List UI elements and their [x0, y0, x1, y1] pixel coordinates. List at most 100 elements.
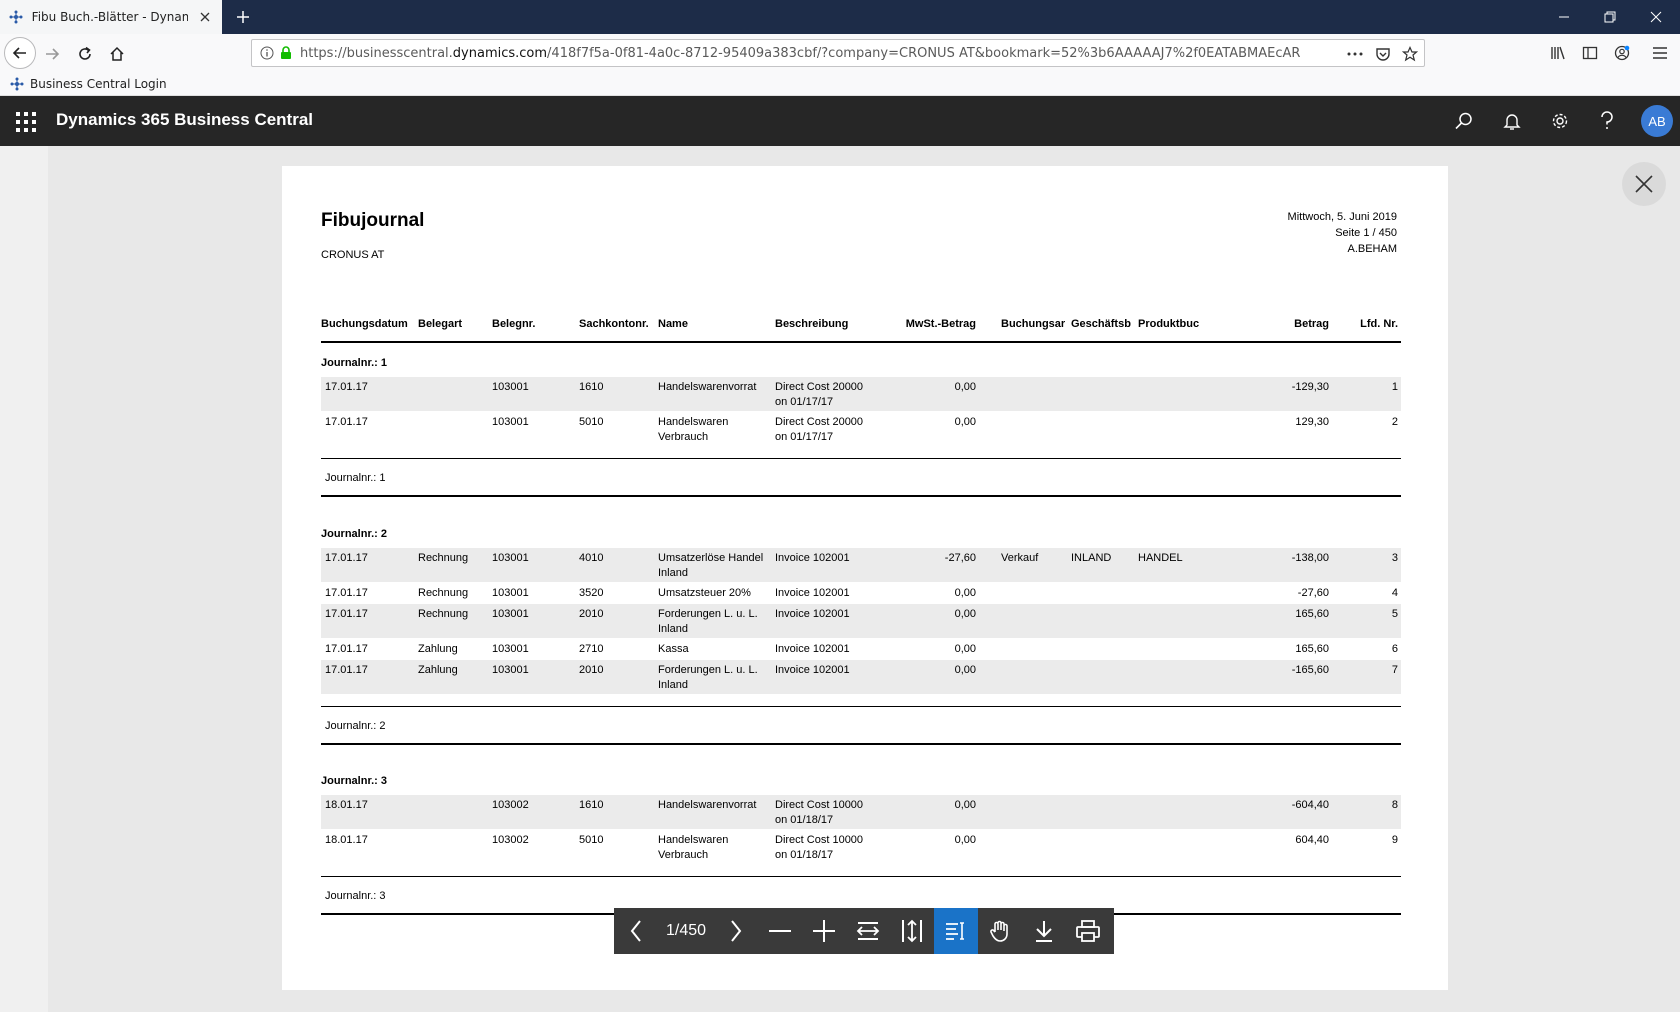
col-header-name: Name	[658, 318, 688, 330]
app-title[interactable]: Dynamics 365 Business Central	[56, 110, 313, 130]
print-icon[interactable]	[1066, 908, 1110, 954]
cell-betrag: 129,30	[1295, 416, 1329, 428]
cell-produktbuc: HANDEL	[1138, 552, 1183, 564]
cell-beschreibung: Direct Cost 10000 on 01/18/17	[775, 799, 864, 826]
report-viewer: Fibujournal CRONUS AT Mittwoch, 5. Juni …	[0, 146, 1680, 1012]
minimize-window-icon[interactable]	[1542, 0, 1586, 34]
cell-name: Handelswaren Verbrauch	[658, 416, 729, 443]
bookmark-business-central-login[interactable]: Business Central Login	[10, 75, 167, 93]
journal-footer-rule-top	[321, 706, 1401, 707]
close-window-icon[interactable]	[1634, 0, 1678, 34]
text-select-icon[interactable]	[934, 908, 978, 954]
cell-buchungsdatum: 18.01.17	[325, 834, 368, 846]
col-header-geschaeftsb: Geschäftsb	[1071, 318, 1131, 330]
browser-tab[interactable]: Fibu Buch.-Blätter - Dynamics 3	[0, 0, 222, 34]
header-rule	[321, 341, 1401, 343]
forward-arrow-icon[interactable]	[38, 40, 66, 68]
cell-lfd-nr: 4	[1391, 587, 1398, 599]
page-indicator[interactable]: 1/450	[658, 922, 714, 940]
journal-footer-rule-top	[321, 458, 1401, 459]
cell-beschreibung: Direct Cost 10000 on 01/18/17	[775, 834, 864, 861]
journal-header: Journalnr.: 1	[321, 357, 388, 369]
cell-belegnr: 103001	[492, 416, 529, 428]
cell-lfd-nr: 5	[1391, 608, 1398, 620]
zoom-out-minus-icon[interactable]	[758, 908, 802, 954]
page-actions-icon[interactable]	[1344, 44, 1366, 64]
pdf-toolbar: 1/450	[614, 908, 1114, 954]
zoom-in-plus-icon[interactable]	[802, 908, 846, 954]
cell-buchungsdatum: 17.01.17	[325, 664, 368, 676]
cell-belegart: Zahlung	[418, 664, 458, 676]
site-info-icon[interactable]	[256, 39, 278, 67]
journal-header: Journalnr.: 3	[321, 775, 388, 787]
cell-sachkontonr: 2010	[579, 608, 604, 620]
cell-lfd-nr: 6	[1391, 643, 1398, 655]
report-page: Fibujournal CRONUS AT Mittwoch, 5. Juni …	[282, 166, 1448, 990]
col-header-lfd-nr: Lfd. Nr.	[1360, 318, 1398, 330]
table-row-background	[321, 548, 1401, 582]
tab-close-icon[interactable]	[196, 8, 214, 26]
address-bar[interactable]: https://businesscentral.dynamics.com/418…	[251, 39, 1425, 67]
cell-beschreibung: Invoice 102001	[775, 608, 850, 620]
help-question-icon[interactable]	[1591, 105, 1623, 137]
cell-mwst-betrag: 0,00	[954, 587, 976, 599]
previous-page-chevron-icon[interactable]	[614, 908, 658, 954]
fit-width-icon[interactable]	[846, 908, 890, 954]
next-page-chevron-icon[interactable]	[714, 908, 758, 954]
hamburger-menu-icon[interactable]	[1648, 42, 1672, 64]
cell-betrag: 604,40	[1295, 834, 1329, 846]
cell-buchungsdatum: 17.01.17	[325, 552, 368, 564]
cell-belegnr: 103001	[492, 643, 529, 655]
url-text[interactable]: https://businesscentral.dynamics.com/418…	[300, 46, 1300, 61]
journal-header: Journalnr.: 2	[321, 528, 388, 540]
home-icon[interactable]	[103, 40, 131, 68]
fit-page-icon[interactable]	[890, 908, 934, 954]
cell-beschreibung: Direct Cost 20000 on 01/17/17	[775, 381, 864, 408]
cell-mwst-betrag: 0,00	[954, 799, 976, 811]
app-launcher-waffle-icon[interactable]	[12, 108, 36, 132]
cell-mwst-betrag: 0,00	[954, 643, 976, 655]
cell-beschreibung: Invoice 102001	[775, 587, 850, 599]
cell-belegnr: 103001	[492, 608, 529, 620]
cell-betrag: 165,60	[1295, 643, 1329, 655]
restore-window-icon[interactable]	[1588, 0, 1632, 34]
library-icon[interactable]	[1546, 42, 1570, 64]
cell-buchungsdatum: 18.01.17	[325, 799, 368, 811]
col-header-produktbuc: Produktbuc	[1138, 318, 1200, 330]
col-header-sachkontonr: Sachkontonr.	[579, 318, 649, 330]
bookmark-star-icon[interactable]	[1399, 44, 1421, 64]
pocket-icon[interactable]	[1372, 44, 1394, 64]
tab-title: Fibu Buch.-Blätter - Dynamics 3	[31, 10, 189, 24]
back-arrow-icon[interactable]	[4, 37, 36, 69]
cell-betrag: -165,60	[1291, 664, 1329, 676]
user-avatar[interactable]: AB	[1641, 105, 1673, 137]
left-background-strip	[0, 146, 48, 1012]
cell-belegnr: 103002	[492, 799, 529, 811]
reload-icon[interactable]	[71, 40, 99, 68]
cell-buchungsdatum: 17.01.17	[325, 416, 368, 428]
journal-footer-rule-top	[321, 876, 1401, 877]
notification-bell-icon[interactable]	[1496, 105, 1528, 137]
report-user: A.BEHAM	[1347, 243, 1397, 255]
hand-tool-icon[interactable]	[978, 908, 1022, 954]
new-tab-plus-icon[interactable]	[232, 6, 254, 28]
dynamics-favicon-icon	[8, 9, 24, 25]
col-header-buchungsart: Buchungsar	[1001, 318, 1066, 330]
settings-gear-icon[interactable]	[1544, 105, 1576, 137]
journal-footer-rule-bottom	[321, 743, 1401, 745]
cell-belegnr: 103001	[492, 664, 529, 676]
col-header-belegnr: Belegnr.	[492, 318, 536, 330]
cell-beschreibung: Direct Cost 20000 on 01/17/17	[775, 416, 864, 443]
sidebar-icon[interactable]	[1578, 42, 1602, 64]
cell-sachkontonr: 2710	[579, 643, 604, 655]
cell-name: Kassa	[658, 643, 689, 655]
download-icon[interactable]	[1022, 908, 1066, 954]
close-viewer-icon[interactable]	[1622, 162, 1666, 206]
search-icon[interactable]	[1448, 105, 1480, 137]
account-sync-icon[interactable]	[1610, 42, 1634, 64]
cell-belegnr: 103001	[492, 552, 529, 564]
cell-beschreibung: Invoice 102001	[775, 552, 850, 564]
cell-lfd-nr: 3	[1391, 552, 1398, 564]
cell-belegart: Zahlung	[418, 643, 458, 655]
cell-sachkontonr: 4010	[579, 552, 604, 564]
